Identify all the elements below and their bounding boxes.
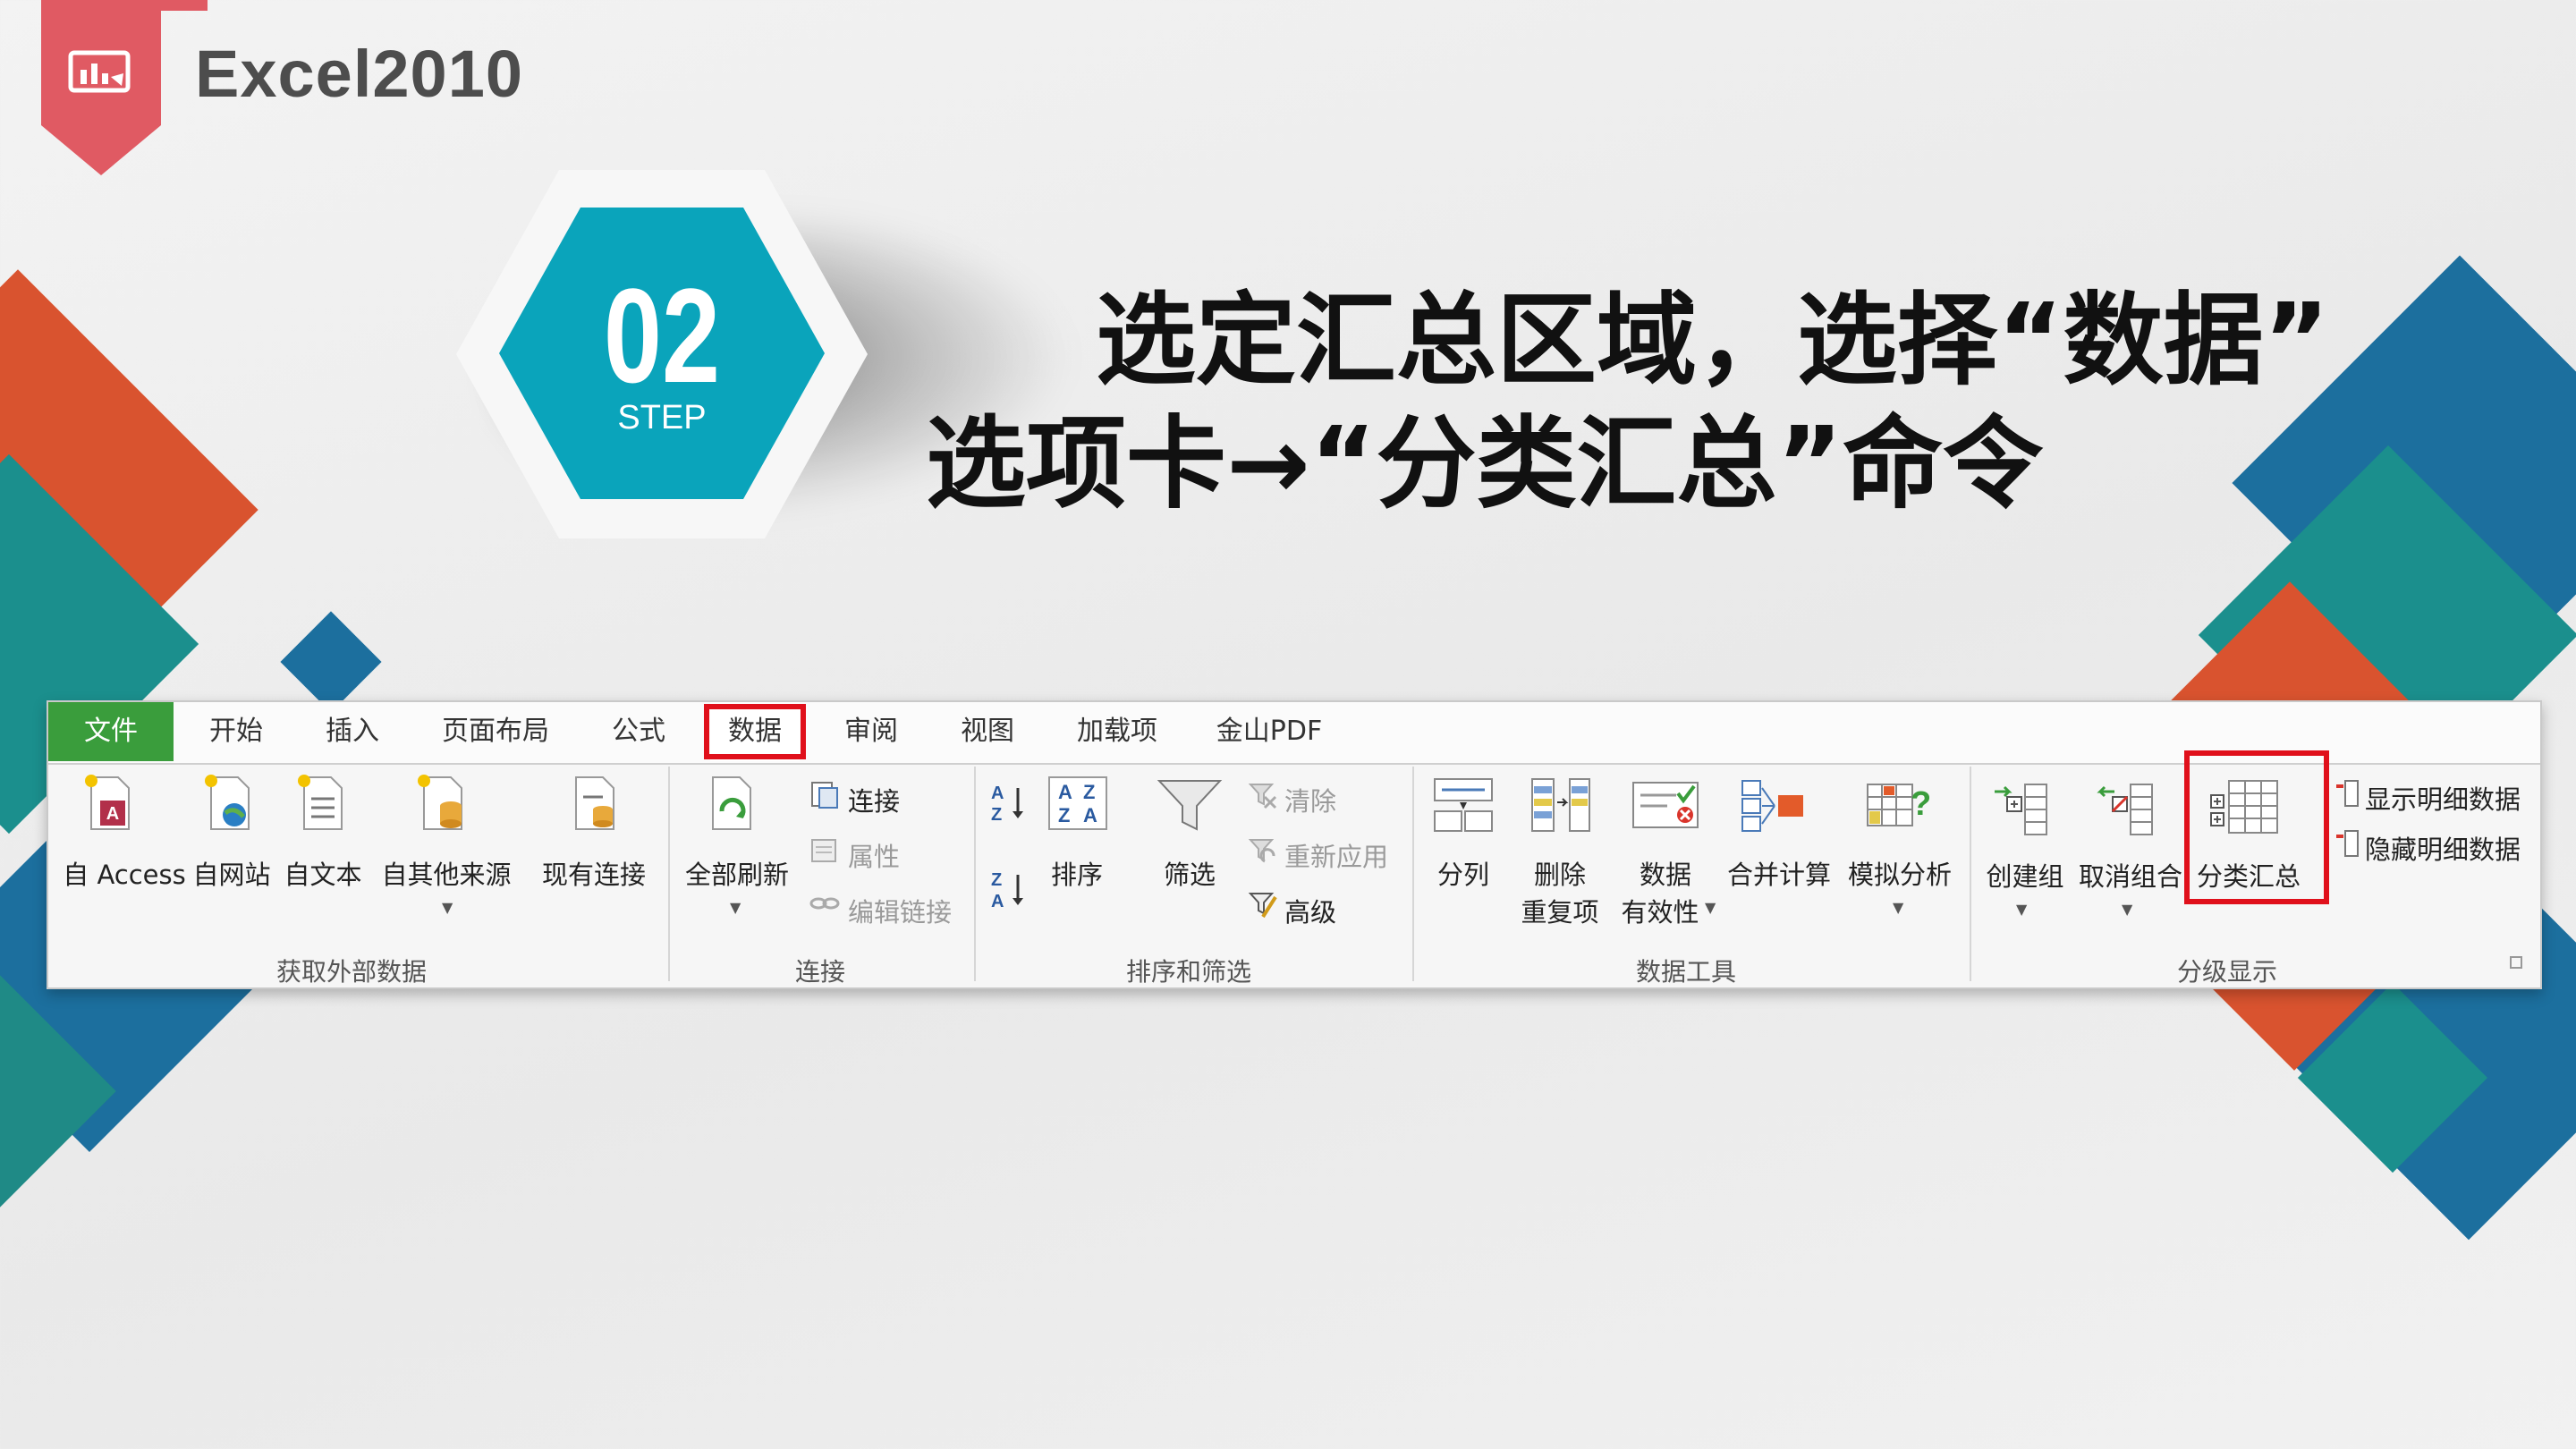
filter-button[interactable]: 筛选 xyxy=(1145,854,1234,892)
step-number: 02 xyxy=(603,260,721,411)
group-icon xyxy=(1995,784,2047,835)
tab-file[interactable]: 文件 xyxy=(48,702,174,761)
svg-text:Z: Z xyxy=(1083,781,1095,803)
step-label: STEP xyxy=(617,399,707,436)
tab-formulas[interactable]: 公式 xyxy=(594,702,683,761)
data-validation-button[interactable]: 数据 xyxy=(1621,854,1710,892)
hide-detail-icon xyxy=(2336,830,2359,857)
group-label-connections: 连接 xyxy=(795,957,846,987)
connections-icon xyxy=(811,782,838,809)
filter-icon xyxy=(1157,780,1223,831)
sort-dialog-icon: AZ ZA xyxy=(1048,776,1107,830)
subtotal-highlight xyxy=(2184,750,2329,904)
tab-addins[interactable]: 加载项 xyxy=(1059,702,1175,761)
from-other-sources-button[interactable]: 自其他来源 xyxy=(379,854,513,892)
tab-page-layout[interactable]: 页面布局 xyxy=(424,702,567,761)
svg-text:A: A xyxy=(991,892,1004,911)
chevron-down-icon: ▼ xyxy=(2016,901,2028,918)
refresh-all-button[interactable]: 全部刷新 xyxy=(679,854,795,892)
advanced-button[interactable]: 高级 xyxy=(1284,892,1336,929)
sort-ascending-icon: AZ xyxy=(991,784,1023,825)
ungroup-icon xyxy=(2097,784,2153,835)
svg-text:A: A xyxy=(1083,804,1097,826)
header-badge-arrow xyxy=(41,125,161,175)
what-if-analysis-icon: ? xyxy=(1867,784,1931,826)
tab-insert[interactable]: 插入 xyxy=(308,702,397,761)
text-to-columns-icon xyxy=(1434,778,1493,832)
group-label-data-tools: 数据工具 xyxy=(1636,957,1737,987)
edit-links-button[interactable]: 编辑链接 xyxy=(848,892,952,929)
svg-text:Z: Z xyxy=(991,805,1002,825)
tab-home[interactable]: 开始 xyxy=(191,702,281,761)
clear-filter-icon xyxy=(1248,784,1277,809)
edit-links-icon xyxy=(809,897,840,910)
svg-text:A: A xyxy=(991,784,1004,803)
existing-connections-icon xyxy=(575,776,614,830)
group-divider xyxy=(1412,767,1414,981)
group-label-sort-filter: 排序和筛选 xyxy=(1126,957,1252,987)
chevron-down-icon: ▼ xyxy=(442,899,453,916)
group-label-outline: 分级显示 xyxy=(2177,957,2278,987)
tab-review[interactable]: 审阅 xyxy=(826,702,916,761)
show-detail-button[interactable]: 显示明细数据 xyxy=(2365,779,2521,817)
access-icon: A xyxy=(85,775,130,830)
svg-text:Z: Z xyxy=(1058,804,1070,826)
group-button[interactable]: 创建组 xyxy=(1980,856,2070,894)
group-divider xyxy=(974,767,976,981)
decor-square-left-4 xyxy=(280,611,382,713)
existing-connections-button[interactable]: 现有连接 xyxy=(536,854,652,892)
clear-button[interactable]: 清除 xyxy=(1284,781,1336,818)
chevron-down-icon: ▼ xyxy=(730,899,741,916)
text-to-columns-button[interactable]: 分列 xyxy=(1419,854,1508,892)
svg-text:A: A xyxy=(1058,781,1072,803)
reapply-icon xyxy=(1248,839,1275,863)
group-label-external: 获取外部数据 xyxy=(276,957,428,987)
sort-button[interactable]: 排序 xyxy=(1032,854,1122,892)
group-divider xyxy=(668,767,670,981)
from-access-button[interactable]: 自 Access xyxy=(57,854,191,892)
chevron-down-icon: ▼ xyxy=(1705,899,1716,916)
consolidate-icon xyxy=(1741,780,1803,832)
chevron-down-icon: ▼ xyxy=(2122,901,2133,918)
other-sources-icon xyxy=(418,775,462,830)
dialog-launcher-icon[interactable] xyxy=(2510,956,2522,969)
remove-duplicates-button[interactable]: 删除 xyxy=(1515,854,1605,892)
from-web-button[interactable]: 自网站 xyxy=(191,854,272,892)
data-tab-highlight xyxy=(704,704,806,759)
connections-button[interactable]: 连接 xyxy=(848,781,900,818)
svg-text:?: ? xyxy=(1911,785,1931,823)
headline-line-2: 选项卡→“分类汇总”命令 xyxy=(926,406,2044,522)
remove-duplicates-label-2[interactable]: 重复项 xyxy=(1515,892,1605,929)
show-detail-icon xyxy=(2336,780,2359,807)
svg-text:A: A xyxy=(106,804,119,824)
svg-text:Z: Z xyxy=(991,870,1002,890)
refresh-all-icon xyxy=(712,776,751,830)
group-divider xyxy=(1970,767,1971,981)
remove-duplicates-icon xyxy=(1531,778,1590,832)
app-title: Excel2010 xyxy=(195,37,524,111)
advanced-filter-icon xyxy=(1248,893,1277,919)
tab-view[interactable]: 视图 xyxy=(943,702,1032,761)
hide-detail-button[interactable]: 隐藏明细数据 xyxy=(2365,829,2521,867)
web-icon xyxy=(205,775,250,830)
tab-wps-pdf[interactable]: 金山PDF xyxy=(1202,702,1336,761)
text-file-icon xyxy=(298,775,343,830)
reapply-button[interactable]: 重新应用 xyxy=(1284,836,1388,874)
presentation-chart-icon xyxy=(68,50,131,93)
what-if-analysis-button[interactable]: 模拟分析 xyxy=(1842,854,1958,892)
ribbon-tab-bar: 文件 开始 插入 页面布局 公式 数据 审阅 视图 加载项 金山PDF xyxy=(48,702,2540,765)
excel-ribbon: 文件 开始 插入 页面布局 公式 数据 审阅 视图 加载项 金山PDF A 自 … xyxy=(47,700,2542,989)
consolidate-button[interactable]: 合并计算 xyxy=(1721,854,1837,892)
data-validation-icon xyxy=(1632,782,1699,828)
sort-descending-icon: ZA xyxy=(991,870,1023,911)
properties-icon xyxy=(811,839,836,862)
properties-button[interactable]: 属性 xyxy=(848,836,900,874)
data-validation-label-2[interactable]: 有效性 xyxy=(1615,892,1705,929)
chevron-down-icon: ▼ xyxy=(1893,899,1904,916)
from-text-button[interactable]: 自文本 xyxy=(283,854,363,892)
ungroup-button[interactable]: 取消组合 xyxy=(2077,856,2184,894)
